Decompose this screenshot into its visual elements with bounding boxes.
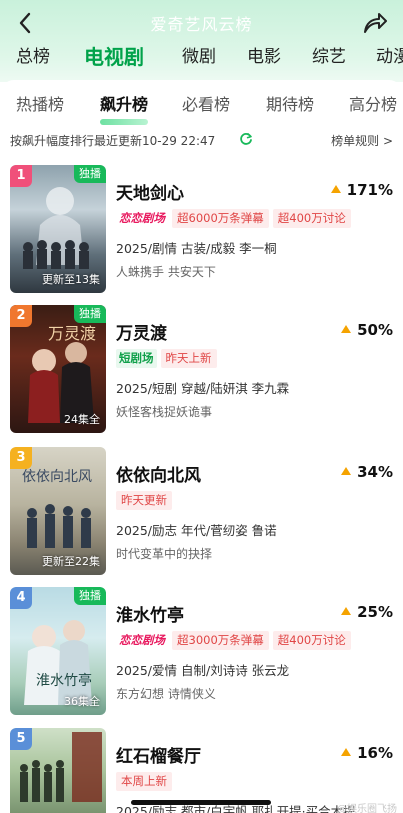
ranking-sub-tabs: 热播榜 飙升榜 必看榜 期待榜 高分榜 bbox=[0, 94, 403, 125]
poster-image[interactable]: 依依向北风 3 更新至22集 bbox=[10, 447, 106, 575]
svg-text:依依向北风: 依依向北风 bbox=[22, 469, 92, 485]
rise-value: 34% bbox=[357, 463, 393, 481]
tag-label: 昨天上新 bbox=[160, 349, 217, 368]
tag-label: 超3000万条弹幕 bbox=[172, 631, 269, 650]
active-tab-underline bbox=[100, 119, 148, 125]
exclusive-badge: 独播 bbox=[74, 587, 106, 605]
show-meta: 2025/爱情 自制/刘诗诗 张云龙 bbox=[116, 663, 290, 678]
category-tabs: 总榜 电视剧 微剧 电影 综艺 动漫 bbox=[0, 44, 403, 74]
rise-value: 50% bbox=[357, 321, 393, 339]
tag-row: 恋恋剧场 超6000万条弹幕 超400万讨论 bbox=[116, 209, 355, 229]
show-description: 东方幻想 诗情侠义 bbox=[116, 687, 216, 701]
tag-label: 本周上新 bbox=[116, 772, 172, 791]
rank-badge: 3 bbox=[10, 447, 32, 469]
rise-arrow-icon bbox=[341, 748, 352, 756]
tab-micro-drama[interactable]: 微剧 bbox=[182, 44, 216, 70]
tab-movie[interactable]: 电影 bbox=[247, 44, 281, 70]
tab-top-rated[interactable]: 高分榜 bbox=[349, 94, 397, 116]
rise-percentage: 171% bbox=[330, 181, 393, 199]
ranking-item[interactable]: 万灵渡 2 独播 24集全 万灵渡 50% 短剧场 昨天上新 2025/短剧 穿越… bbox=[10, 305, 393, 435]
tag-label: 超400万讨论 bbox=[272, 631, 351, 650]
rank-badge: 4 bbox=[10, 587, 32, 609]
rank-badge: 1 bbox=[10, 165, 32, 187]
page-title: 爱奇艺风云榜 bbox=[150, 15, 253, 34]
theater-logo: 恋恋剧场 bbox=[116, 209, 168, 228]
rise-percentage: 50% bbox=[341, 321, 393, 339]
share-button[interactable] bbox=[361, 10, 389, 36]
show-description: 人蛛携手 共安天下 bbox=[116, 265, 216, 279]
rise-percentage: 25% bbox=[341, 603, 393, 621]
exclusive-badge: 独播 bbox=[74, 165, 106, 183]
episode-label: 24集全 bbox=[64, 413, 100, 426]
home-indicator bbox=[131, 800, 271, 805]
rise-arrow-icon bbox=[330, 185, 341, 193]
rise-value: 16% bbox=[357, 744, 393, 762]
watermark-text: @娱乐圈飞扬 bbox=[337, 804, 397, 813]
rise-arrow-icon bbox=[341, 607, 352, 615]
tab-hot[interactable]: 热播榜 bbox=[16, 94, 64, 116]
refresh-icon[interactable] bbox=[239, 132, 253, 146]
top-header: 爱奇艺风云榜 总榜 电视剧 微剧 电影 综艺 动漫 bbox=[0, 0, 403, 82]
tab-variety[interactable]: 综艺 bbox=[312, 44, 346, 70]
show-title[interactable]: 淮水竹亭 bbox=[116, 601, 184, 626]
show-title[interactable]: 天地剑心 bbox=[116, 179, 184, 204]
tab-tv-series[interactable]: 电视剧 bbox=[84, 44, 144, 70]
svg-text:淮水竹亭: 淮水竹亭 bbox=[36, 672, 92, 689]
tag-row: 恋恋剧场 超3000万条弹幕 超400万讨论 bbox=[116, 631, 355, 651]
share-arrow-icon bbox=[364, 13, 387, 33]
tag-label: 超400万讨论 bbox=[272, 209, 351, 228]
episode-label: 更新至22集 bbox=[42, 555, 100, 568]
rise-percentage: 34% bbox=[341, 463, 393, 481]
tab-must-watch[interactable]: 必看榜 bbox=[182, 94, 230, 116]
tab-anticipated[interactable]: 期待榜 bbox=[266, 94, 314, 116]
show-meta: 2025/剧情 古装/成毅 李一桐 bbox=[116, 241, 277, 256]
tag-label: 昨天更新 bbox=[116, 491, 172, 510]
tag-row: 本周上新 bbox=[116, 772, 176, 792]
ranking-rules-link[interactable]: 榜单规则 > bbox=[331, 132, 393, 149]
episode-label: 更新至13集 bbox=[42, 273, 100, 286]
rank-badge: 2 bbox=[10, 305, 32, 327]
tab-anime[interactable]: 动漫 bbox=[376, 44, 403, 70]
tab-rising[interactable]: 飙升榜 bbox=[100, 94, 148, 116]
poster-image[interactable]: 淮水竹亭 4 独播 36集全 bbox=[10, 587, 106, 715]
rise-percentage: 16% bbox=[341, 744, 393, 762]
ranking-item[interactable]: 淮水竹亭 4 独播 36集全 淮水竹亭 25% 恋恋剧场 超3000万条弹幕 超40… bbox=[10, 587, 393, 717]
show-meta: 2025/励志 年代/菅纫姿 鲁诺 bbox=[116, 523, 277, 538]
show-description: 妖怪客栈捉妖诡事 bbox=[116, 405, 213, 419]
update-info-row: 按飙升幅度排行最近更新10-29 22:47 榜单规则 > bbox=[10, 130, 393, 150]
tag-label: 超6000万条弹幕 bbox=[172, 209, 269, 228]
poster-image[interactable]: 5 bbox=[10, 728, 106, 813]
poster-image[interactable]: 1 独播 更新至13集 bbox=[10, 165, 106, 293]
ranking-item[interactable]: 1 独播 更新至13集 天地剑心 171% 恋恋剧场 超6000万条弹幕 超400万… bbox=[10, 165, 393, 295]
update-info-text: 按飙升幅度排行最近更新10-29 22:47 bbox=[10, 134, 216, 148]
show-title[interactable]: 万灵渡 bbox=[116, 319, 167, 344]
show-title[interactable]: 红石榴餐厅 bbox=[116, 742, 201, 767]
episode-label: 36集全 bbox=[64, 695, 100, 708]
theater-logo: 恋恋剧场 bbox=[116, 631, 168, 650]
show-meta: 2025/短剧 穿越/陆妍淇 李九霖 bbox=[116, 381, 290, 396]
poster-image[interactable]: 万灵渡 2 独播 24集全 bbox=[10, 305, 106, 433]
rank-badge: 5 bbox=[10, 728, 32, 750]
tag-row: 短剧场 昨天上新 bbox=[116, 349, 221, 369]
tag-row: 昨天更新 bbox=[116, 491, 176, 511]
rise-arrow-icon bbox=[341, 325, 352, 333]
rise-value: 25% bbox=[357, 603, 393, 621]
short-drama-logo: 短剧场 bbox=[116, 349, 157, 368]
show-description: 时代变革中的抉择 bbox=[116, 547, 213, 561]
tab-overall[interactable]: 总榜 bbox=[16, 44, 50, 70]
show-title[interactable]: 依依向北风 bbox=[116, 461, 201, 486]
rise-value: 171% bbox=[346, 181, 393, 199]
ranking-item[interactable]: 依依向北风 3 更新至22集 依依向北风 34% 昨天更新 2025/励志 年代… bbox=[10, 447, 393, 577]
exclusive-badge: 独播 bbox=[74, 305, 106, 323]
svg-text:万灵渡: 万灵渡 bbox=[48, 324, 96, 343]
rise-arrow-icon bbox=[341, 467, 352, 475]
